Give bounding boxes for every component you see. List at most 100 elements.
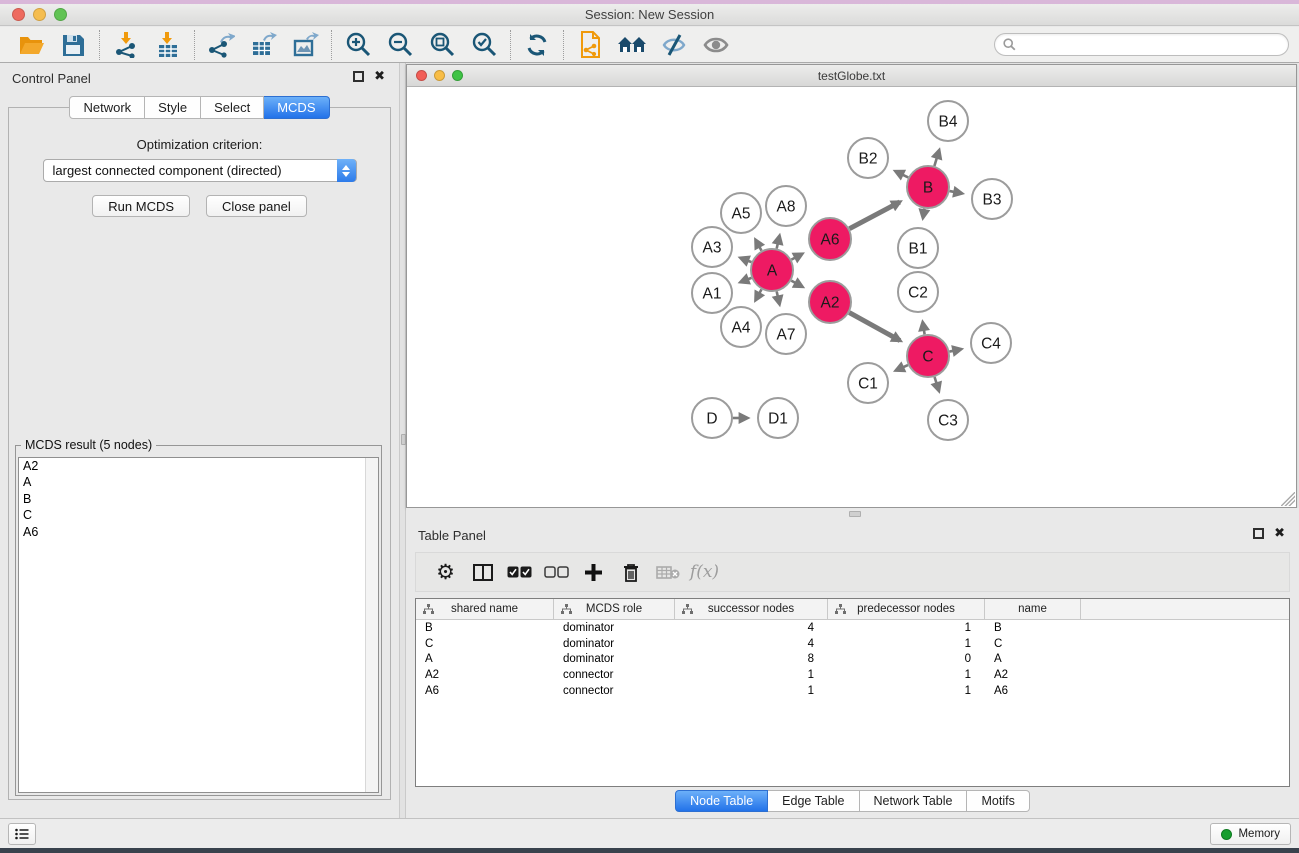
table-cell[interactable]: 1 [828, 685, 985, 697]
function-builder-button[interactable]: f(x) [686, 557, 723, 587]
table-cell[interactable]: A [416, 653, 554, 665]
add-column-button[interactable] [575, 557, 612, 587]
graph-node-A6[interactable]: A6 [809, 218, 851, 260]
minimize-network-button[interactable] [434, 70, 445, 81]
graph-edge-B-B1[interactable] [923, 209, 924, 218]
table-cell[interactable]: connector [554, 669, 675, 681]
minimize-window-button[interactable] [33, 8, 46, 21]
deselect-all-columns-button[interactable] [538, 557, 575, 587]
table-cell[interactable]: B [416, 622, 554, 634]
graph-node-C[interactable]: C [907, 335, 949, 377]
table-cell[interactable]: 8 [675, 653, 828, 665]
table-row[interactable]: Bdominator41B [416, 620, 1289, 636]
table-cell[interactable]: dominator [554, 638, 675, 650]
open-session-button[interactable] [10, 29, 52, 61]
graph-edge-A-A4[interactable] [756, 289, 762, 299]
graph-edge-A-A5[interactable] [756, 240, 762, 250]
graph-edge-A-A6[interactable] [791, 254, 801, 260]
table-cell[interactable]: C [416, 638, 554, 650]
delete-column-button[interactable] [612, 557, 649, 587]
zoom-out-button[interactable] [379, 29, 421, 61]
resize-grip-icon[interactable] [1281, 492, 1295, 506]
refresh-button[interactable] [516, 29, 558, 61]
table-cell[interactable]: dominator [554, 622, 675, 634]
horizontal-splitter[interactable] [406, 508, 1299, 520]
mcds-result-item[interactable]: A6 [19, 524, 378, 540]
network-graph[interactable]: B4B2BB3A5A8A6A3B1AA1C2A2A4A7C4CC1C3DD1 [407, 87, 1296, 507]
graph-edge-A-A7[interactable] [777, 291, 780, 303]
table-cell[interactable]: B [985, 622, 1081, 634]
graph-edge-C-C3[interactable] [935, 377, 939, 390]
run-mcds-button[interactable]: Run MCDS [92, 195, 190, 217]
column-header-predecessor-nodes[interactable]: predecessor nodes [828, 599, 985, 619]
graph-node-A7[interactable]: A7 [766, 314, 806, 354]
task-history-button[interactable] [8, 823, 36, 845]
show-panels-button[interactable] [695, 29, 737, 61]
table-cell[interactable]: 1 [828, 622, 985, 634]
table-tab-edge-table[interactable]: Edge Table [768, 790, 859, 812]
memory-button[interactable]: Memory [1210, 823, 1291, 845]
close-window-button[interactable] [12, 8, 25, 21]
graph-node-B1[interactable]: B1 [898, 228, 938, 268]
graph-node-A4[interactable]: A4 [721, 307, 761, 347]
mcds-result-item[interactable]: C [19, 507, 378, 523]
graph-node-D1[interactable]: D1 [758, 398, 798, 438]
table-cell[interactable]: dominator [554, 653, 675, 665]
table-cell[interactable]: A6 [985, 685, 1081, 697]
graph-edge-A-A1[interactable] [741, 278, 752, 282]
graph-node-A3[interactable]: A3 [692, 227, 732, 267]
table-cell[interactable]: 1 [828, 669, 985, 681]
export-table-button[interactable] [242, 29, 284, 61]
save-session-button[interactable] [52, 29, 94, 61]
graph-edge-B-B2[interactable] [896, 171, 908, 177]
graph-node-C3[interactable]: C3 [928, 400, 968, 440]
import-table-button[interactable] [147, 29, 189, 61]
column-header-MCDS-role[interactable]: MCDS role [554, 599, 675, 619]
split-columns-button[interactable] [464, 557, 501, 587]
list-scrollbar[interactable] [365, 458, 378, 792]
graph-node-C1[interactable]: C1 [848, 363, 888, 403]
graph-edge-A6-B[interactable] [849, 202, 899, 229]
table-cell[interactable]: C [985, 638, 1081, 650]
table-row[interactable]: Cdominator41C [416, 636, 1289, 652]
splitter-handle[interactable] [401, 434, 406, 445]
vertical-splitter[interactable] [399, 63, 406, 818]
graph-edge-C-C2[interactable] [923, 323, 925, 335]
close-panel-button-mcds[interactable]: Close panel [206, 195, 307, 217]
node-table[interactable]: shared nameMCDS rolesuccessor nodesprede… [415, 598, 1290, 787]
table-tab-node-table[interactable]: Node Table [675, 790, 768, 812]
zoom-in-button[interactable] [337, 29, 379, 61]
mcds-result-item[interactable]: A2 [19, 458, 378, 474]
new-network-from-file-button[interactable] [569, 29, 611, 61]
graph-node-A1[interactable]: A1 [692, 273, 732, 313]
graph-node-C2[interactable]: C2 [898, 272, 938, 312]
mcds-result-list[interactable]: A2ABCA6 [18, 457, 379, 793]
table-cell[interactable]: 1 [675, 669, 828, 681]
graph-node-C4[interactable]: C4 [971, 323, 1011, 363]
graph-node-B2[interactable]: B2 [848, 138, 888, 178]
graph-edge-C-C4[interactable] [950, 349, 961, 351]
tab-network[interactable]: Network [69, 96, 145, 119]
graph-node-B3[interactable]: B3 [972, 179, 1012, 219]
table-cell[interactable]: 0 [828, 653, 985, 665]
table-row[interactable]: A6connector11A6 [416, 683, 1289, 699]
float-table-panel-button[interactable] [1253, 528, 1264, 539]
graph-node-B4[interactable]: B4 [928, 101, 968, 141]
table-cell[interactable]: A2 [416, 669, 554, 681]
mcds-result-item[interactable]: A [19, 474, 378, 490]
table-cell[interactable]: 4 [675, 638, 828, 650]
import-network-button[interactable] [105, 29, 147, 61]
graph-node-A2[interactable]: A2 [809, 281, 851, 323]
graph-node-A[interactable]: A [751, 249, 793, 291]
close-network-button[interactable] [416, 70, 427, 81]
graph-edge-B-B3[interactable] [950, 191, 962, 193]
graph-node-D[interactable]: D [692, 398, 732, 438]
table-cell[interactable]: A6 [416, 685, 554, 697]
mcds-result-item[interactable]: B [19, 491, 378, 507]
graph-node-A5[interactable]: A5 [721, 193, 761, 233]
network-canvas[interactable]: B4B2BB3A5A8A6A3B1AA1C2A2A4A7C4CC1C3DD1 [407, 87, 1296, 507]
table-row[interactable]: Adominator80A [416, 652, 1289, 668]
tab-select[interactable]: Select [201, 96, 264, 119]
table-cell[interactable]: A2 [985, 669, 1081, 681]
graph-edge-A-A8[interactable] [777, 236, 780, 248]
